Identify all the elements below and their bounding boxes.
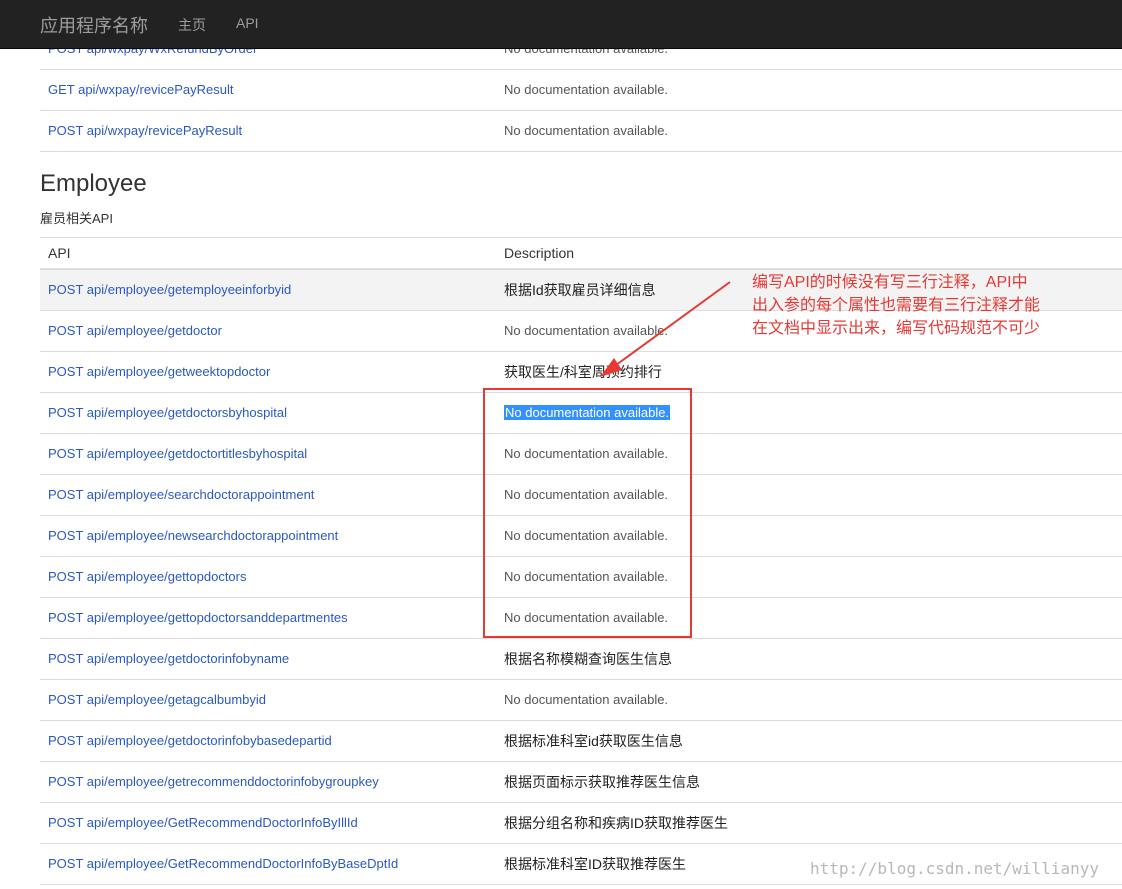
- api-cell: POST api/employee/getdoctortitlesbyhospi…: [40, 433, 496, 475]
- description-cell: 根据名称模糊查询医生信息: [496, 638, 1122, 680]
- api-cell: POST api/employee/getdoctorsbyhospital: [40, 392, 496, 434]
- app-brand[interactable]: 应用程序名称: [40, 12, 148, 38]
- description-cell: 根据标准科室id获取医生信息: [496, 720, 1122, 762]
- api-description: 根据Id获取雇员详细信息: [504, 282, 656, 298]
- api-cell: POST api/employee/gettopdoctorsanddepart…: [40, 597, 496, 639]
- api-link[interactable]: POST api/employee/gettopdoctorsanddepart…: [48, 610, 348, 625]
- table-row: POST api/employee/getdoctorinfobyname 根据名…: [40, 638, 1122, 680]
- description-cell: No documentation available.: [496, 679, 1122, 721]
- description-column-header: Description: [496, 237, 1122, 270]
- watermark: http://blog.csdn.net/willianyy: [810, 859, 1099, 878]
- api-link[interactable]: POST api/employee/getdoctorsbyhospital: [48, 405, 287, 420]
- api-description: No documentation available.: [504, 82, 669, 97]
- api-cell: POST api/employee/newsearchdoctorappoint…: [40, 515, 496, 557]
- api-description: 根据页面标示获取推荐医生信息: [504, 774, 700, 790]
- api-link[interactable]: POST api/employee/getdoctor: [48, 323, 222, 338]
- annotation-line: 出入参的每个属性也需要有三行注释才能: [752, 297, 1041, 314]
- section-subtitle: 雇员相关API: [40, 211, 113, 226]
- nav-home[interactable]: 主页: [178, 15, 206, 35]
- api-cell: POST api/employee/searchdoctorappointmen…: [40, 474, 496, 516]
- api-link[interactable]: POST api/employee/GetRecommendDoctorInfo…: [48, 856, 398, 871]
- api-link[interactable]: GET api/wxpay/revicePayResult: [48, 82, 233, 97]
- table-row: POST api/employee/getweektopdoctor 获取医生/科…: [40, 351, 1122, 393]
- api-cell: POST api/employee/getagcalbumbyid: [40, 679, 496, 721]
- api-cell: POST api/employee/GetRecommendDoctorInfo…: [40, 802, 496, 844]
- api-link[interactable]: POST api/employee/searchdoctorappointmen…: [48, 487, 314, 502]
- api-link[interactable]: POST api/employee/newsearchdoctorappoint…: [48, 528, 338, 543]
- api-description: 根据分组名称和疾病ID获取推荐医生: [504, 815, 728, 831]
- annotation-line: 编写API的时候没有写三行注释，API中: [752, 274, 1028, 291]
- api-link[interactable]: POST api/employee/getdoctorinfobybasedep…: [48, 733, 332, 748]
- table-row: POST api/employee/getrecommenddoctorinfo…: [40, 761, 1122, 803]
- table-row: GET api/wxpay/revicePayResult No documen…: [40, 69, 1122, 111]
- description-cell: 根据分组名称和疾病ID获取推荐医生: [496, 802, 1122, 844]
- api-column-header: API: [40, 237, 496, 270]
- api-cell: POST api/employee/getdoctorinfobyname: [40, 638, 496, 680]
- api-description: 根据标准科室id获取医生信息: [504, 733, 683, 749]
- api-cell: POST api/employee/getemployeeinforbyid: [40, 268, 496, 311]
- api-link[interactable]: POST api/employee/GetRecommendDoctorInfo…: [48, 815, 358, 830]
- description-cell: 根据页面标示获取推荐医生信息: [496, 761, 1122, 803]
- table-header-row: API Description: [40, 237, 1122, 270]
- api-cell: POST api/employee/GetRecommendDoctorInfo…: [40, 843, 496, 885]
- table-row: POST api/employee/getagcalbumbyid No docu…: [40, 679, 1122, 721]
- api-cell: POST api/employee/getdoctorinfobybasedep…: [40, 720, 496, 762]
- api-link[interactable]: POST api/wxpay/revicePayResult: [48, 123, 242, 138]
- api-description: No documentation available.: [504, 692, 669, 707]
- api-description: No documentation available.: [504, 123, 669, 138]
- nav-api[interactable]: API: [236, 15, 259, 31]
- api-link[interactable]: POST api/employee/gettopdoctors: [48, 569, 247, 584]
- api-cell: POST api/employee/getdoctor: [40, 310, 496, 352]
- description-cell: 获取医生/科室周预约排行: [496, 351, 1122, 393]
- api-link[interactable]: POST api/employee/getrecommenddoctorinfo…: [48, 774, 379, 789]
- annotation-note: 编写API的时候没有写三行注释，API中 出入参的每个属性也需要有三行注释才能 …: [752, 271, 1112, 340]
- api-description: 根据标准科室ID获取推荐医生: [504, 856, 686, 872]
- api-link[interactable]: POST api/employee/getemployeeinforbyid: [48, 282, 291, 297]
- api-link[interactable]: POST api/employee/getweektopdoctor: [48, 364, 270, 379]
- api-cell: POST api/employee/getweektopdoctor: [40, 351, 496, 393]
- api-link[interactable]: POST api/employee/getdoctortitlesbyhospi…: [48, 446, 307, 461]
- table-row: POST api/employee/getdoctorinfobybasedep…: [40, 720, 1122, 762]
- annotation-line: 在文档中显示出来，编写代码规范不可少: [752, 320, 1041, 337]
- api-link[interactable]: POST api/employee/getdoctorinfobyname: [48, 651, 289, 666]
- table-row: POST api/wxpay/revicePayResult No docume…: [40, 110, 1122, 152]
- table-row: POST api/employee/GetRecommendDoctorInfo…: [40, 802, 1122, 844]
- api-cell: POST api/employee/gettopdoctors: [40, 556, 496, 598]
- api-description: No documentation available.: [504, 323, 669, 338]
- highlight-box: [483, 388, 692, 638]
- api-description: 根据名称模糊查询医生信息: [504, 651, 672, 667]
- api-cell: POST api/employee/getrecommenddoctorinfo…: [40, 761, 496, 803]
- api-description: 获取医生/科室周预约排行: [504, 364, 662, 380]
- top-navbar: 应用程序名称 主页 API: [0, 0, 1122, 49]
- api-link[interactable]: POST api/employee/getagcalbumbyid: [48, 692, 266, 707]
- section-title: Employee: [40, 170, 147, 197]
